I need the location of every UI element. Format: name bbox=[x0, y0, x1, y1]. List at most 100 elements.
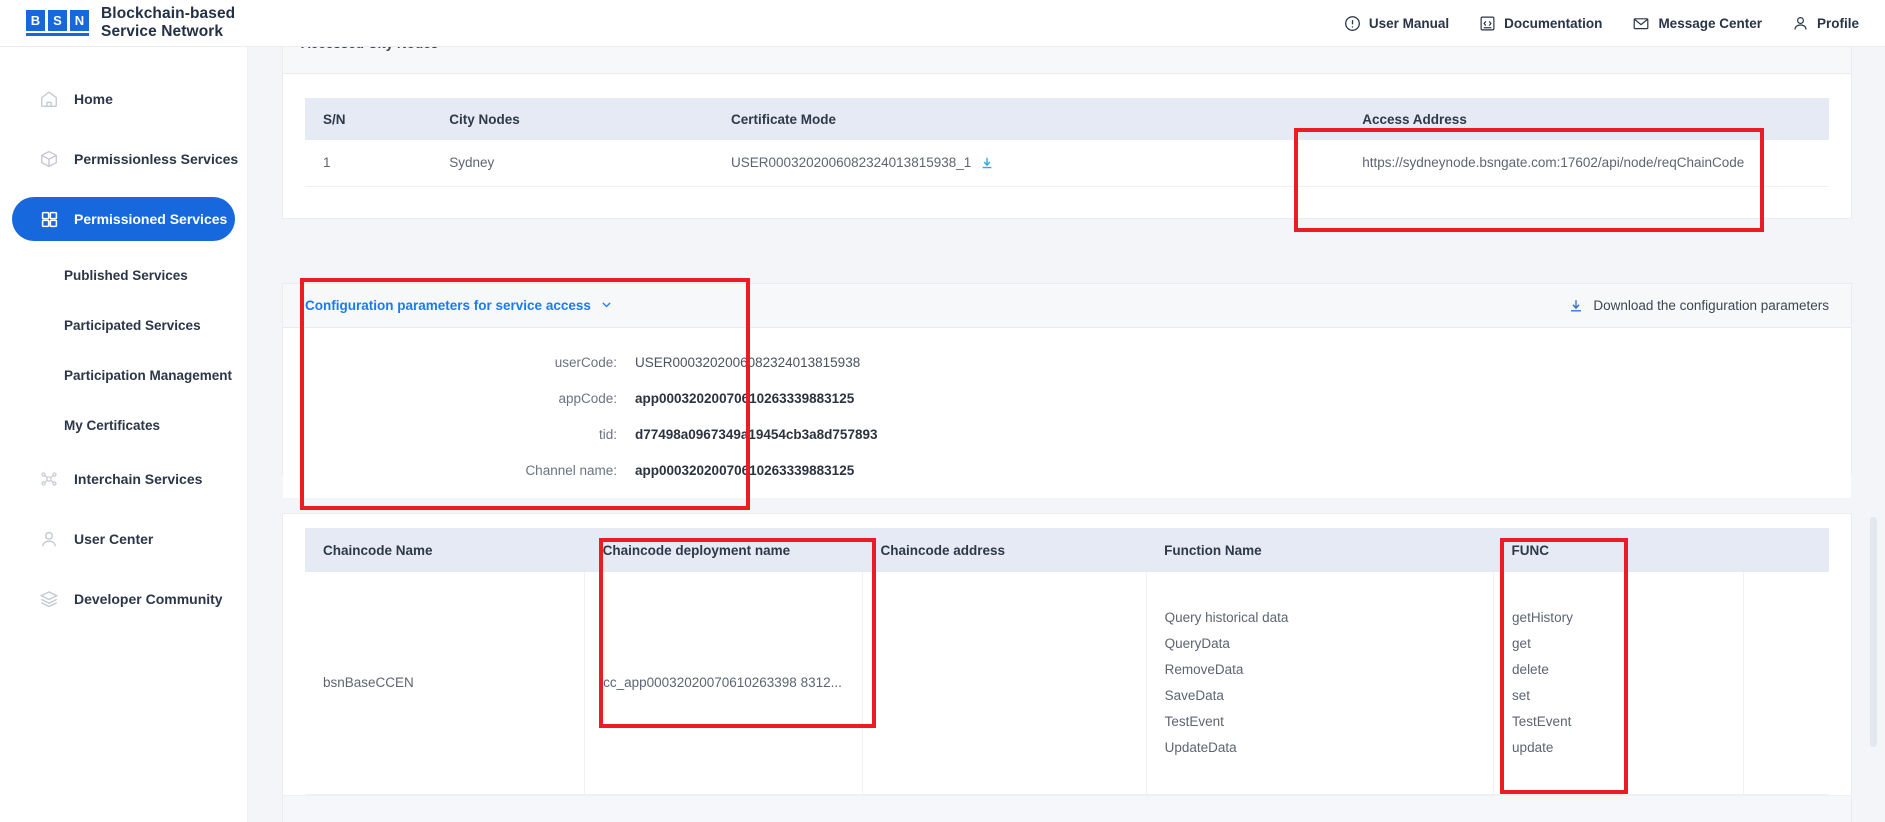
city-nodes-tbody: 1 Sydney USER0003202006082324013815938_1 bbox=[305, 140, 1829, 187]
chaincode-table-wrap: Chaincode Name Chaincode deployment name… bbox=[283, 514, 1851, 795]
list-item: RemoveData bbox=[1164, 661, 1244, 677]
col-function-name: Function Name bbox=[1164, 542, 1262, 558]
info-circle-icon bbox=[1344, 15, 1361, 32]
config-row-appcode: appCode: app00032020070610263339883125 bbox=[283, 380, 1851, 416]
chaincode-tbody: bsnBaseCCEN cc_app00032020070610263398 8… bbox=[305, 572, 1829, 795]
logo-letter-b: B bbox=[26, 10, 45, 31]
sidebar-item-developer-community-label: Developer Community bbox=[74, 591, 223, 607]
app-root: B S N Blockchain-based Service Network U… bbox=[0, 0, 1885, 822]
list-item: update bbox=[1512, 739, 1554, 755]
chaincode-table: Chaincode Name Chaincode deployment name… bbox=[305, 528, 1829, 795]
config-value-appcode: app00032020070610263339883125 bbox=[635, 390, 855, 406]
col-chaincode-name: Chaincode Name bbox=[323, 542, 433, 558]
download-configuration-parameters-button[interactable]: Download the configuration parameters bbox=[1568, 298, 1829, 314]
logo-underline bbox=[26, 33, 89, 36]
sidebar-item-permissioned-services-label: Permissioned Services bbox=[74, 211, 228, 227]
user-icon bbox=[1792, 15, 1809, 32]
sidebar-item-permissioned-services[interactable]: Permissioned Services bbox=[12, 197, 235, 241]
brand-text: Blockchain-based Service Network bbox=[101, 5, 235, 41]
main-scrollbar-track[interactable] bbox=[1870, 47, 1881, 822]
list-item: QueryData bbox=[1164, 635, 1230, 651]
city-nodes-header-row: S/N City Nodes Certificate Mode Access A… bbox=[305, 98, 1829, 140]
configuration-parameters-header: Configuration parameters for service acc… bbox=[283, 284, 1851, 328]
list-item: TestEvent bbox=[1512, 713, 1572, 729]
sidebar-item-participation-management-label: Participation Management bbox=[64, 367, 233, 383]
logo-letter-s: S bbox=[48, 10, 67, 31]
certificate-mode-value: USER0003202006082324013815938_1 bbox=[731, 155, 972, 171]
code-document-icon bbox=[1479, 15, 1496, 32]
list-item: set bbox=[1512, 687, 1531, 703]
list-item: Query historical data bbox=[1164, 609, 1289, 625]
col-func: FUNC bbox=[1511, 542, 1550, 558]
bsn-logo-mark: B S N bbox=[26, 10, 89, 36]
grid-icon bbox=[38, 208, 60, 230]
sidebar-item-home-label: Home bbox=[74, 91, 113, 107]
top-bar: B S N Blockchain-based Service Network U… bbox=[0, 0, 1885, 47]
accessed-city-nodes-header: Accessed City Nodes bbox=[283, 47, 1851, 74]
main-scrollbar-thumb[interactable] bbox=[1870, 517, 1877, 747]
config-row-tid: tid: d77498a0967349a19454cb3a8d757893 bbox=[283, 416, 1851, 452]
sidebar-item-published-services[interactable]: Published Services bbox=[0, 257, 247, 293]
sidebar-item-user-center-label: User Center bbox=[74, 531, 154, 547]
cell-chaincode-address bbox=[862, 572, 1147, 795]
configuration-parameters-toggle[interactable]: Configuration parameters for service acc… bbox=[305, 298, 613, 314]
sidebar-item-my-certificates[interactable]: My Certificates bbox=[0, 407, 247, 443]
sidebar-item-interchain-services[interactable]: Interchain Services bbox=[12, 457, 235, 501]
sidebar-item-permissionless-services-label: Permissionless Services bbox=[74, 151, 239, 167]
col-access-address: Access Address bbox=[1362, 111, 1467, 127]
accessed-city-nodes-title: Accessed City Nodes bbox=[301, 47, 438, 51]
cell-chaincode-deployment-name[interactable]: cc_app00032020070610263398 8312... bbox=[584, 572, 863, 795]
col-certificate-mode: Certificate Mode bbox=[731, 111, 837, 127]
layers-icon bbox=[38, 588, 60, 610]
chevron-down-icon bbox=[600, 298, 613, 314]
logo-squares: B S N bbox=[26, 10, 89, 31]
nav-profile-label: Profile bbox=[1816, 15, 1859, 31]
sidebar-item-participated-services-label: Participated Services bbox=[64, 317, 201, 333]
function-name-list: Query historical data QueryData RemoveDa… bbox=[1165, 603, 1493, 763]
config-value-tid: d77498a0967349a19454cb3a8d757893 bbox=[635, 426, 878, 442]
user-icon bbox=[38, 528, 60, 550]
func-list: getHistory get delete set TestEvent upda… bbox=[1512, 603, 1743, 763]
nav-message-center-label: Message Center bbox=[1658, 15, 1762, 31]
home-icon bbox=[38, 88, 60, 110]
cell-city-node: Sydney bbox=[431, 140, 714, 187]
brand-logo[interactable]: B S N Blockchain-based Service Network bbox=[26, 5, 235, 41]
sidebar-item-participation-management[interactable]: Participation Management bbox=[0, 357, 247, 393]
config-value-channel-name: app00032020070610263339883125 bbox=[635, 462, 855, 478]
config-key-usercode: userCode: bbox=[554, 354, 617, 370]
cell-access-address: https://sydneynode.bsngate.com:17602/api… bbox=[1344, 140, 1829, 187]
config-row-usercode: userCode: USER0003202006082324013815938 bbox=[283, 344, 1851, 380]
chaincode-header-row: Chaincode Name Chaincode deployment name… bbox=[305, 528, 1829, 572]
cell-chaincode-name: bsnBaseCCEN bbox=[305, 572, 586, 795]
city-nodes-thead: S/N City Nodes Certificate Mode Access A… bbox=[305, 98, 1829, 140]
sidebar-item-my-certificates-label: My Certificates bbox=[64, 417, 161, 433]
envelope-icon bbox=[1632, 15, 1650, 32]
cell-certificate-mode: USER0003202006082324013815938_1 bbox=[713, 140, 1345, 187]
network-icon bbox=[38, 468, 60, 490]
nav-message-center[interactable]: Message Center bbox=[1632, 15, 1762, 32]
cube-icon bbox=[38, 148, 60, 170]
config-key-appcode: appCode: bbox=[558, 390, 617, 406]
nav-profile[interactable]: Profile bbox=[1792, 15, 1859, 32]
city-nodes-table: S/N City Nodes Certificate Mode Access A… bbox=[305, 98, 1829, 187]
sidebar-item-user-center[interactable]: User Center bbox=[12, 517, 235, 561]
list-item: getHistory bbox=[1512, 609, 1573, 625]
cell-sn: 1 bbox=[305, 140, 432, 187]
list-item: get bbox=[1512, 635, 1531, 651]
configuration-parameters-card: Configuration parameters for service acc… bbox=[282, 283, 1852, 498]
nav-documentation[interactable]: Documentation bbox=[1479, 15, 1602, 32]
col-sn: S/N bbox=[323, 111, 346, 127]
nav-user-manual[interactable]: User Manual bbox=[1344, 15, 1449, 32]
configuration-parameters-body: userCode: USER0003202006082324013815938 … bbox=[283, 328, 1851, 498]
sidebar-item-home[interactable]: Home bbox=[12, 77, 235, 121]
sidebar-item-interchain-services-label: Interchain Services bbox=[74, 471, 203, 487]
sidebar-item-permissionless-services[interactable]: Permissionless Services bbox=[12, 137, 239, 181]
configuration-parameters-toggle-label: Configuration parameters for service acc… bbox=[305, 298, 591, 313]
sidebar-item-developer-community[interactable]: Developer Community bbox=[12, 577, 235, 621]
download-configuration-parameters-label: Download the configuration parameters bbox=[1593, 298, 1829, 313]
chaincode-card: Chaincode Name Chaincode deployment name… bbox=[282, 513, 1852, 822]
download-icon[interactable] bbox=[980, 156, 994, 170]
table-row: 1 Sydney USER0003202006082324013815938_1 bbox=[305, 140, 1829, 187]
config-row-channel-name: Channel name: app00032020070610263339883… bbox=[283, 452, 1851, 488]
sidebar-item-participated-services[interactable]: Participated Services bbox=[0, 307, 247, 343]
